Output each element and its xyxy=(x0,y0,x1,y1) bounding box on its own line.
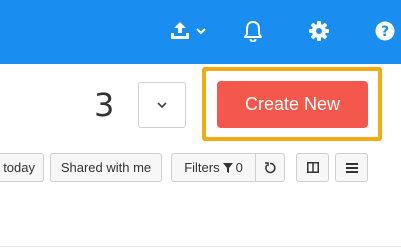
filters-count: 0 xyxy=(235,160,243,175)
upload-icon xyxy=(171,22,189,39)
columns-view-button[interactable] xyxy=(296,153,329,182)
options-dropdown-button[interactable] xyxy=(138,82,186,128)
upload-menu-button[interactable] xyxy=(166,19,210,43)
create-new-button[interactable]: Create New xyxy=(217,81,368,128)
help-icon: ? xyxy=(375,21,395,41)
chevron-down-icon xyxy=(196,28,206,35)
list-view-button[interactable] xyxy=(335,153,368,182)
gear-icon xyxy=(309,21,329,41)
bell-icon xyxy=(244,21,262,42)
shared-with-me-button[interactable]: Shared with me xyxy=(50,153,162,182)
content-divider xyxy=(0,246,401,247)
reset-filters-button[interactable] xyxy=(256,154,284,181)
filters-group: Filters 0 xyxy=(171,153,285,182)
reset-icon xyxy=(265,161,276,173)
help-button[interactable]: ? xyxy=(373,19,397,43)
funnel-icon xyxy=(222,162,233,173)
top-bar: ? xyxy=(0,0,401,64)
filters-label: Filters xyxy=(184,160,220,175)
menu-icon xyxy=(345,162,358,173)
today-filter-button[interactable]: today xyxy=(0,153,44,182)
chevron-down-icon xyxy=(157,102,167,109)
item-count: 3 xyxy=(94,86,115,124)
svg-text:?: ? xyxy=(381,24,389,40)
columns-icon xyxy=(306,162,319,173)
filters-button[interactable]: Filters 0 xyxy=(172,154,255,181)
settings-button[interactable] xyxy=(306,19,332,43)
notifications-button[interactable] xyxy=(240,19,266,43)
